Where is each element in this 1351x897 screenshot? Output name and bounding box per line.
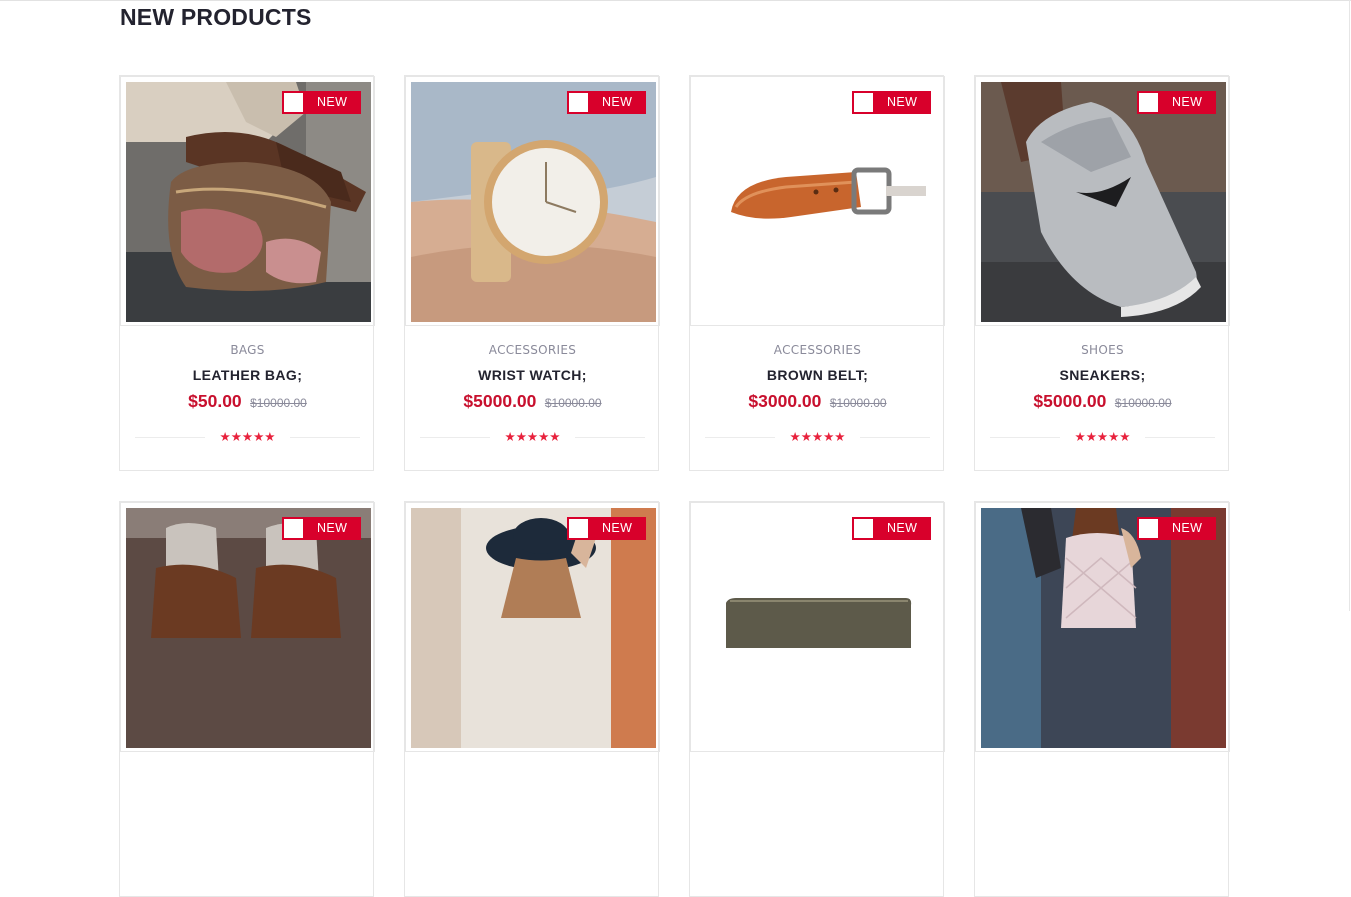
rating-stars-icon: ★★★★★ (205, 428, 290, 446)
product-card[interactable]: NEW (404, 501, 660, 897)
badge-label: NEW (1172, 95, 1203, 109)
product-card[interactable]: NEW ACCESSORIES WRIST WATCH; $5000.00 $1… (404, 75, 660, 471)
product-price: $50.00 (188, 391, 242, 411)
price-row: $5000.00 $10000.00 (405, 391, 660, 412)
badge-checkbox-icon (854, 93, 873, 112)
rating-stars-icon: ★★★★★ (775, 428, 860, 446)
new-badge: NEW (567, 91, 646, 114)
wallet-photo[interactable] (696, 508, 941, 748)
product-card[interactable]: NEW (119, 501, 375, 897)
woman-hat-photo[interactable] (411, 508, 656, 748)
product-card[interactable]: NEW (689, 501, 945, 897)
brown-belt-photo[interactable] (696, 82, 941, 322)
badge-label: NEW (887, 521, 918, 535)
product-card[interactable]: NEW (974, 501, 1230, 897)
badge-checkbox-icon (569, 93, 588, 112)
new-badge: NEW (567, 517, 646, 540)
product-price: $5000.00 (463, 391, 537, 411)
product-category[interactable]: SHOES (975, 343, 1230, 357)
badge-checkbox-icon (854, 519, 873, 538)
product-category[interactable]: ACCESSORIES (690, 343, 945, 357)
product-image-frame[interactable]: NEW (975, 502, 1230, 752)
price-row: $5000.00 $10000.00 (975, 391, 1230, 412)
badge-label: NEW (317, 95, 348, 109)
product-name[interactable]: SNEAKERS; (975, 367, 1230, 383)
badge-label: NEW (317, 521, 348, 535)
badge-label: NEW (602, 95, 633, 109)
new-badge: NEW (852, 91, 931, 114)
quilted-bag-photo[interactable] (981, 508, 1226, 748)
product-image-frame[interactable]: NEW (690, 502, 945, 752)
product-old-price: $10000.00 (829, 396, 887, 410)
product-category[interactable]: ACCESSORIES (405, 343, 660, 357)
right-border (1349, 0, 1350, 611)
product-old-price: $10000.00 (544, 396, 602, 410)
price-row: $50.00 $10000.00 (120, 391, 375, 412)
rating-stars-icon: ★★★★★ (1060, 428, 1145, 446)
product-price: $3000.00 (748, 391, 822, 411)
product-image-frame[interactable]: NEW (690, 76, 945, 326)
badge-checkbox-icon (284, 93, 303, 112)
badge-checkbox-icon (569, 519, 588, 538)
badge-checkbox-icon (1139, 93, 1158, 112)
leather-bag-photo[interactable] (126, 82, 371, 322)
new-badge: NEW (282, 517, 361, 540)
wrist-watch-photo[interactable] (411, 82, 656, 322)
product-image-frame[interactable]: NEW (120, 502, 375, 752)
badge-label: NEW (887, 95, 918, 109)
rating-stars-icon: ★★★★★ (490, 428, 575, 446)
product-name[interactable]: WRIST WATCH; (405, 367, 660, 383)
product-old-price: $10000.00 (250, 396, 307, 410)
product-card[interactable]: NEW ACCESSORIES BROWN BELT; $3000.00 $10… (689, 75, 945, 471)
sneakers-photo[interactable] (981, 82, 1226, 322)
badge-label: NEW (1172, 521, 1203, 535)
product-image-frame[interactable]: NEW (405, 76, 660, 326)
section-title: NEW PRODUCTS (120, 4, 312, 30)
badge-checkbox-icon (284, 519, 303, 538)
top-border (0, 0, 1351, 1)
product-image-frame[interactable]: NEW (405, 502, 660, 752)
new-badge: NEW (1137, 91, 1216, 114)
boots-photo[interactable] (126, 508, 371, 748)
new-badge: NEW (1137, 517, 1216, 540)
badge-checkbox-icon (1139, 519, 1158, 538)
product-image-frame[interactable]: NEW (120, 76, 375, 326)
new-badge: NEW (282, 91, 361, 114)
product-category[interactable]: BAGS (120, 343, 375, 357)
product-card[interactable]: NEW SHOES SNEAKERS; $5000.00 $10000.00 ★… (974, 75, 1230, 471)
product-card[interactable]: NEW BAGS LEATHER BAG; $50.00 $10000.00 ★… (119, 75, 375, 471)
product-name[interactable]: BROWN BELT; (690, 367, 945, 383)
new-badge: NEW (852, 517, 931, 540)
product-price: $5000.00 (1033, 391, 1107, 411)
price-row: $3000.00 $10000.00 (690, 391, 945, 412)
product-image-frame[interactable]: NEW (975, 76, 1230, 326)
product-old-price: $10000.00 (1114, 396, 1172, 410)
badge-label: NEW (602, 521, 633, 535)
product-name[interactable]: LEATHER BAG; (120, 367, 375, 383)
